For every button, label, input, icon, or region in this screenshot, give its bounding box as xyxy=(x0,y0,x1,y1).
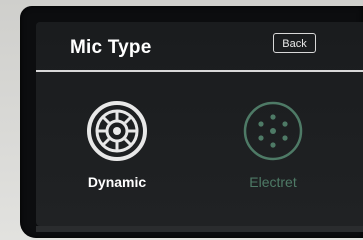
display-screen: Mic Type Back Dynamic Electret xyxy=(36,22,363,226)
electret-mic-icon xyxy=(243,101,303,161)
option-label: Electret xyxy=(249,174,297,190)
header-divider xyxy=(36,70,363,72)
option-label: Dynamic xyxy=(87,174,147,190)
back-button[interactable]: Back xyxy=(273,33,316,53)
bezel-bottom-edge xyxy=(36,226,363,232)
page-title: Mic Type xyxy=(70,37,152,58)
header-bar: Mic Type Back xyxy=(36,22,363,70)
option-electret[interactable]: Electret xyxy=(218,80,328,200)
dynamic-mic-icon xyxy=(87,101,147,161)
option-dynamic[interactable]: Dynamic xyxy=(62,80,172,200)
